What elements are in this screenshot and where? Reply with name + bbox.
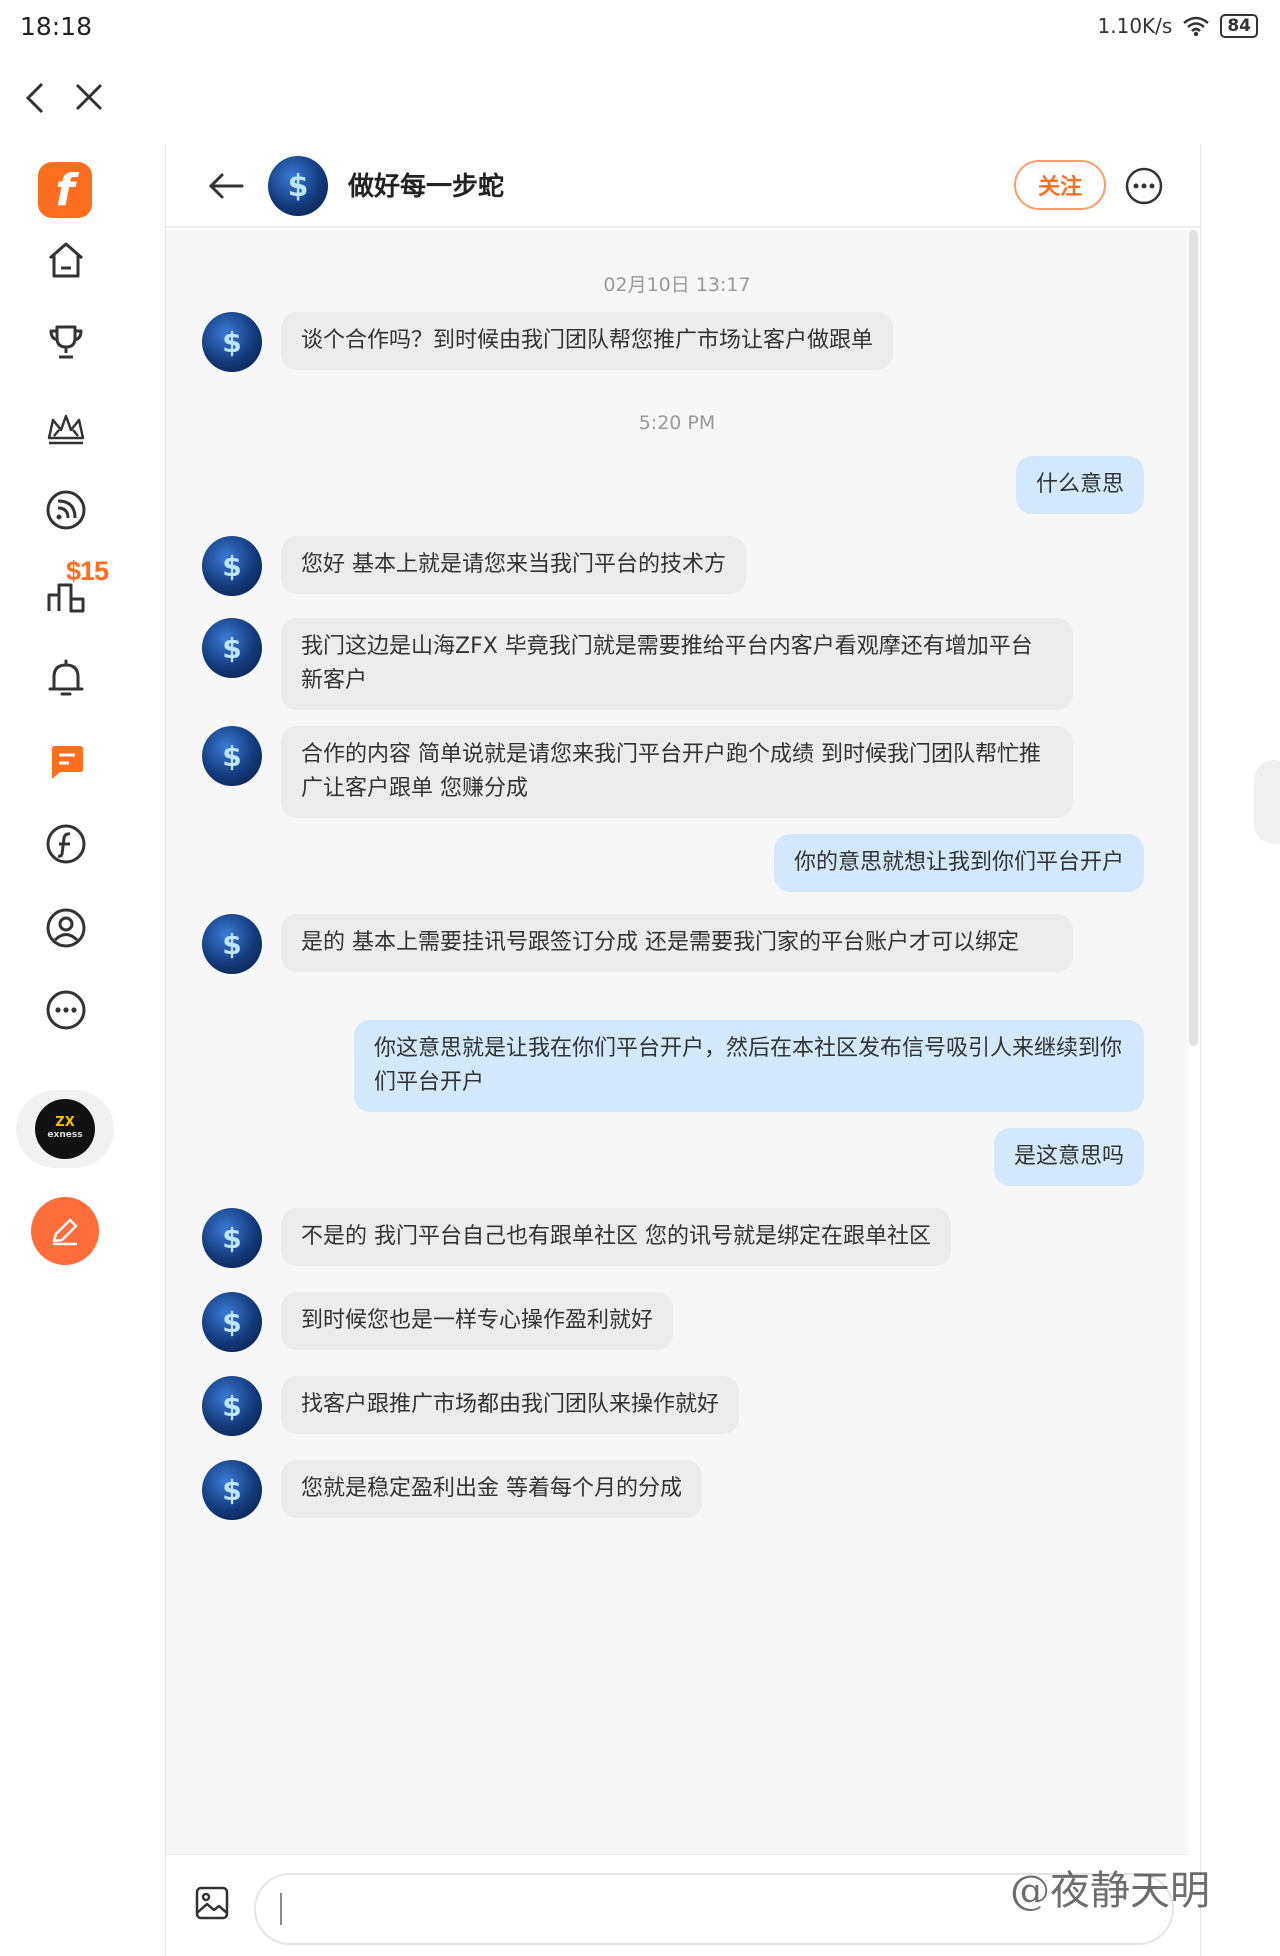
wifi-icon	[1183, 16, 1210, 37]
incoming-message: 到时候您也是一样专心操作盈利就好	[281, 1292, 674, 1350]
incoming-message: 谈个合作吗？到时候由我门团队帮您推广市场让客户做跟单	[281, 312, 894, 370]
sponsor-mark: ZX	[55, 1115, 75, 1130]
coin-icon[interactable]	[44, 822, 88, 866]
battery-indicator: 84	[1220, 14, 1258, 38]
text-caret	[280, 1893, 282, 1925]
sender-avatar[interactable]: $	[202, 1292, 262, 1352]
sender-avatar[interactable]: $	[202, 618, 262, 678]
watermark: @夜静天明	[1010, 1868, 1210, 1914]
outgoing-message: 什么意思	[1015, 456, 1144, 514]
follow-button[interactable]: 关注	[1014, 160, 1106, 210]
timestamp: 5:20 PM	[638, 412, 716, 434]
image-icon[interactable]	[194, 1885, 230, 1921]
scrollbar[interactable]	[1189, 230, 1198, 1046]
sponsor-badge[interactable]: ZX exness	[16, 1090, 114, 1168]
chat-header: $ 做好每一步蛇 关注	[166, 144, 1200, 228]
status-time: 18:18	[20, 12, 93, 41]
back-icon[interactable]	[20, 80, 52, 116]
incoming-message: 是的 基本上需要挂讯号跟签订分成 还是需要我门家的平台账户才可以绑定	[281, 914, 1073, 972]
pencil-icon	[52, 1218, 78, 1246]
trophy-icon[interactable]	[44, 320, 88, 364]
contact-name: 做好每一步蛇	[348, 172, 505, 202]
back-arrow-icon[interactable]	[206, 166, 246, 206]
home-icon[interactable]	[44, 238, 88, 282]
sender-avatar[interactable]: $	[202, 1460, 262, 1520]
profile-icon[interactable]	[44, 906, 88, 950]
edge-handle[interactable]	[1254, 760, 1280, 844]
compose-button[interactable]	[31, 1197, 99, 1265]
sender-avatar[interactable]: $	[202, 1208, 262, 1268]
sponsor-name: exness	[47, 1130, 83, 1140]
app-logo[interactable]: f	[38, 162, 92, 218]
sender-avatar[interactable]: $	[202, 536, 262, 596]
incoming-message: 您就是稳定盈利出金 等着每个月的分成	[281, 1460, 702, 1518]
message-list[interactable]: 02月10日 13:17 $ 谈个合作吗？到时候由我门团队帮您推广市场让客户做跟…	[166, 230, 1188, 1854]
feed-icon[interactable]	[44, 488, 88, 532]
timestamp: 02月10日 13:17	[603, 274, 751, 296]
messages-icon[interactable]	[44, 740, 88, 784]
sender-avatar[interactable]: $	[202, 1376, 262, 1436]
chat-panel: $ 做好每一步蛇 关注 02月10日 13:17 $ 谈个合作吗？到时候由我门团…	[165, 144, 1201, 1956]
incoming-message: 不是的 我门平台自己也有跟单社区 您的讯号就是绑定在跟单社区	[281, 1208, 951, 1266]
outgoing-message: 你这意思就是让我在你们平台开户，然后在本社区发布信号吸引人来继续到你们平台开户	[354, 1020, 1144, 1112]
crown-icon[interactable]	[44, 406, 88, 450]
sender-avatar[interactable]: $	[202, 914, 262, 974]
reward-badge: $15	[66, 556, 109, 586]
network-speed: 1.10K/s	[1097, 14, 1173, 38]
more-options-icon[interactable]	[1124, 166, 1164, 206]
outgoing-message: 你的意思就想让我到你们平台开户	[773, 834, 1144, 892]
status-indicators: 1.10K/s 84	[1098, 14, 1258, 38]
incoming-message: 我门这边是山海ZFX 毕竟我门就是需要推给平台内客户看观摩还有增加平台新客户	[281, 618, 1073, 710]
outgoing-message: 是这意思吗	[993, 1128, 1144, 1186]
bell-icon[interactable]	[44, 656, 88, 700]
incoming-message: 您好 基本上就是请您来当我门平台的技术方	[281, 536, 746, 594]
close-icon[interactable]	[72, 80, 106, 114]
contact-avatar[interactable]: $	[268, 156, 328, 216]
sender-avatar[interactable]: $	[202, 726, 262, 786]
more-icon[interactable]	[44, 988, 88, 1032]
incoming-message: 找客户跟推广市场都由我门团队来操作就好	[281, 1376, 740, 1434]
sender-avatar[interactable]: $	[202, 312, 262, 372]
incoming-message: 合作的内容 简单说就是请您来我门平台开户跑个成绩 到时候我门团队帮忙推广让客户跟…	[281, 726, 1073, 818]
exness-logo: ZX exness	[35, 1099, 95, 1159]
